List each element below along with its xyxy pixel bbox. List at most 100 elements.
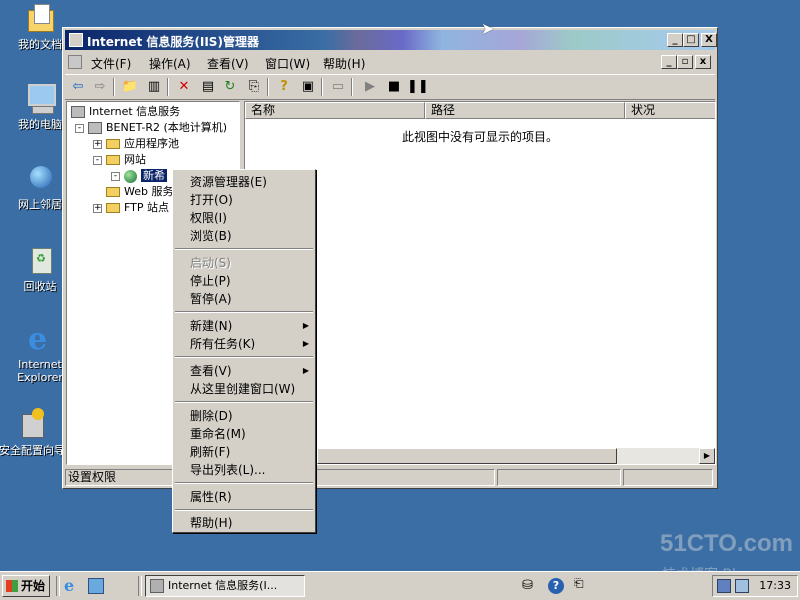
expand-icon[interactable]: + — [93, 203, 102, 213]
menu-file[interactable]: 文件(F) — [91, 55, 131, 72]
internet-explorer-icon: e — [28, 322, 48, 357]
close-button[interactable]: X — [701, 33, 717, 47]
child-restore-button[interactable]: ▫ — [677, 55, 693, 69]
watermark-logo: 51CTO.com — [660, 530, 793, 557]
website-globe-icon — [124, 169, 137, 183]
refresh-icon[interactable]: ↻ — [221, 78, 239, 96]
collapse-icon[interactable]: - — [111, 171, 120, 181]
back-icon[interactable]: ⇦ — [69, 78, 87, 96]
tree-item-computer[interactable]: - BENET-R2 (本地计算机) — [75, 120, 227, 136]
toolbar: ⇦ ⇨ 📁 ▥ ✕ ▤ ↻ ⎘ ? ▣ ▭ ▶ ■ ❚❚ — [65, 74, 715, 100]
system-tray: 17:33 — [712, 575, 798, 597]
tree-item-websites[interactable]: - 网站 — [93, 152, 146, 168]
ctx-rename[interactable]: 重命名(M) — [190, 426, 246, 442]
taskbar: 开始 e Internet 信息服务(I... ⛁ ? ⎗ 17:33 — [0, 571, 800, 600]
start-label: 开始 — [21, 579, 46, 593]
status-cell — [497, 469, 621, 486]
maximize-button[interactable]: □ — [683, 33, 699, 47]
scroll-thumb[interactable] — [317, 448, 617, 464]
recycle-bin-icon: ♻ — [24, 244, 56, 276]
iis-manager-window: Internet 信息服务(IIS)管理器 _ □ X 文件(F) 操作(A) … — [62, 27, 718, 489]
tray-network-icon[interactable]: ⛁ — [522, 578, 533, 593]
computer-icon[interactable]: ▭ — [329, 78, 347, 96]
ctx-new[interactable]: 新建(N) — [190, 318, 232, 334]
tray-lan-icon[interactable] — [735, 579, 749, 593]
scroll-right-icon[interactable]: ▶ — [699, 448, 715, 464]
mouse-cursor-icon: ➤ — [481, 19, 495, 38]
clock[interactable]: 17:33 — [759, 576, 791, 596]
tree-item-web-service[interactable]: Web 服务 — [106, 184, 173, 200]
toolbar-separator — [321, 78, 323, 96]
ctx-view[interactable]: 查看(V) — [190, 363, 232, 379]
taskbar-button-iis[interactable]: Internet 信息服务(I... — [145, 575, 305, 597]
delete-icon[interactable]: ✕ — [175, 78, 193, 96]
ie-icon[interactable]: e — [64, 577, 82, 595]
taskbar-button-label: Internet 信息服务(I... — [168, 579, 278, 592]
desktop-icon-label: 安全配置向导 — [0, 444, 65, 457]
windows-flag-icon — [6, 580, 18, 592]
tray-help-icon[interactable]: ? — [548, 578, 564, 594]
ctx-new-window[interactable]: 从这里创建窗口(W) — [190, 381, 295, 397]
tree-item-new-site[interactable]: - 新希 — [111, 168, 167, 184]
ctx-explorer[interactable]: 资源管理器(E) — [190, 174, 267, 190]
ctx-stop[interactable]: 停止(P) — [190, 273, 231, 289]
context-menu: 资源管理器(E) 打开(O) 权限(I) 浏览(B) 启动(S) 停止(P) 暂… — [172, 169, 316, 533]
stop-icon[interactable]: ■ — [385, 78, 403, 96]
tree-item-label: FTP 站点 — [124, 201, 169, 214]
pause-icon[interactable]: ❚❚ — [407, 78, 429, 96]
ctx-export-list[interactable]: 导出列表(L)... — [190, 462, 266, 478]
tree-item-ftp[interactable]: + FTP 站点 — [93, 200, 169, 216]
window-title: Internet 信息服务(IIS)管理器 — [87, 35, 259, 49]
submenu-arrow-icon: ▶ — [302, 339, 309, 348]
my-computer-icon — [24, 82, 56, 114]
taskbar-separator — [138, 576, 142, 596]
ctx-refresh[interactable]: 刷新(F) — [190, 444, 230, 460]
collapse-icon[interactable]: - — [93, 155, 102, 165]
ctx-browse[interactable]: 浏览(B) — [190, 228, 232, 244]
ctx-all-tasks[interactable]: 所有任务(K) — [190, 336, 255, 352]
expand-icon[interactable]: + — [93, 139, 102, 149]
folder-icon — [106, 203, 120, 213]
minimize-button[interactable]: _ — [667, 33, 683, 47]
ctx-start: 启动(S) — [190, 256, 231, 270]
ctx-help[interactable]: 帮助(H) — [190, 515, 232, 531]
start-button[interactable]: 开始 — [2, 575, 50, 597]
computer-icon — [88, 122, 102, 134]
child-minimize-button[interactable]: _ — [661, 55, 677, 69]
export-icon[interactable]: ⎘ — [245, 78, 263, 96]
column-header-status[interactable]: 状况 — [625, 102, 715, 119]
console-icon[interactable]: ▣ — [299, 78, 317, 96]
status-bar: 设置权限 — [65, 468, 715, 487]
menu-help[interactable]: 帮助(H) — [323, 55, 365, 72]
iis-root-icon — [71, 106, 85, 118]
ctx-properties[interactable]: 属性(R) — [190, 489, 232, 505]
horizontal-scrollbar[interactable]: ▶ — [317, 448, 715, 464]
show-desktop-icon[interactable] — [88, 578, 104, 594]
ctx-pause[interactable]: 暂停(A) — [190, 291, 232, 307]
start-icon[interactable]: ▶ — [361, 78, 379, 96]
properties-icon[interactable]: ▤ — [199, 78, 217, 96]
show-tree-icon[interactable]: ▥ — [145, 78, 163, 96]
tray-overflow-icon[interactable]: ⎗ — [574, 576, 584, 591]
collapse-icon[interactable]: - — [75, 123, 84, 133]
menu-view[interactable]: 查看(V) — [207, 55, 249, 72]
up-folder-icon[interactable]: 📁 — [121, 78, 139, 96]
ctx-permissions[interactable]: 权限(I) — [190, 210, 227, 226]
column-header-name[interactable]: 名称 — [245, 102, 425, 119]
menu-action[interactable]: 操作(A) — [149, 55, 191, 72]
tree-item-root[interactable]: Internet 信息服务 — [71, 104, 180, 120]
iis-app-icon — [150, 579, 164, 593]
title-bar[interactable]: Internet 信息服务(IIS)管理器 _ □ X — [65, 30, 717, 50]
ctx-delete[interactable]: 删除(D) — [190, 408, 233, 424]
menu-window[interactable]: 窗口(W) — [265, 55, 310, 72]
forward-icon[interactable]: ⇨ — [91, 78, 109, 96]
tree-item-app-pools[interactable]: + 应用程序池 — [93, 136, 179, 152]
help-icon[interactable]: ? — [275, 78, 293, 96]
network-places-icon — [24, 162, 56, 194]
child-close-button[interactable]: x — [695, 55, 711, 69]
menu-separator — [175, 356, 313, 358]
tray-monitor-icon[interactable] — [717, 579, 731, 593]
column-header-path[interactable]: 路径 — [425, 102, 625, 119]
ctx-open[interactable]: 打开(O) — [190, 192, 233, 208]
desktop-icon-security-wizard[interactable]: 安全配置向导 — [0, 408, 70, 458]
